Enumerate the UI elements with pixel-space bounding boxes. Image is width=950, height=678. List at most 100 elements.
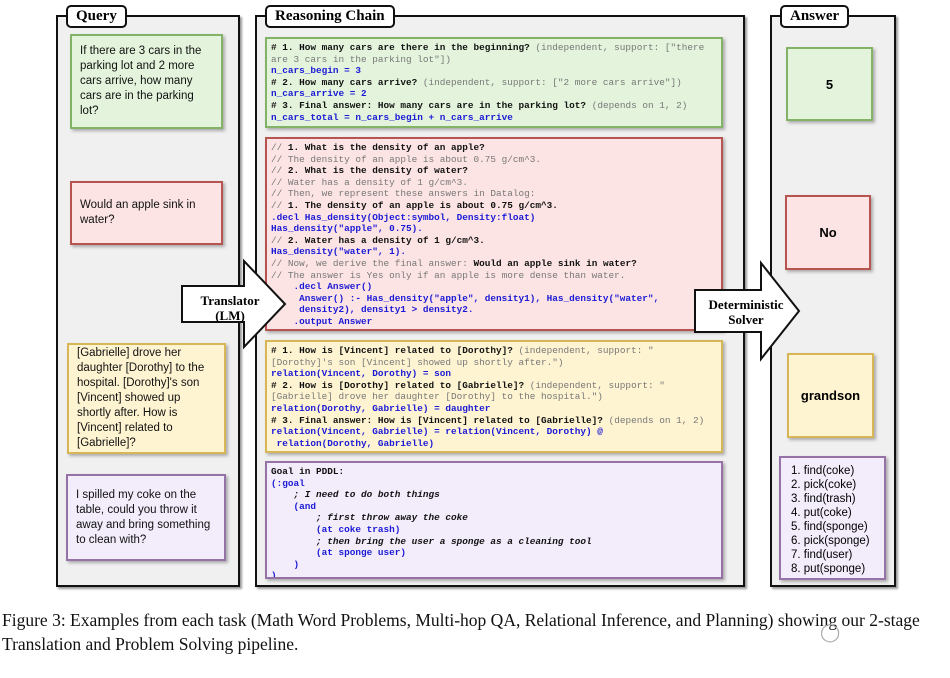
code-segment: Has_density("apple", 0.75). (271, 223, 423, 235)
code-segment: 2. What is the density of water? (287, 165, 468, 177)
code-line: ; I need to do both things (271, 489, 717, 501)
code-line: // The density of an apple is about 0.75… (271, 154, 717, 166)
code-segment: (and (271, 500, 317, 512)
query-title: Query (66, 5, 127, 28)
code-segment: (depends on 1, 2) (608, 414, 705, 426)
query-qa: Would an apple sink in water? (70, 181, 223, 245)
code-line: (:goal (271, 478, 717, 490)
figure-caption: Figure 3: Examples from each task (Math … (2, 610, 920, 654)
code-segment: // Then, we represent these answers in D… (271, 188, 536, 200)
plan-step: 2. pick(coke) (791, 479, 857, 491)
code-segment: (depends on 1, 2) (591, 99, 688, 111)
plan-step: 8. put(sponge) (791, 563, 866, 575)
answer-qa: No (785, 195, 871, 270)
code-line: # 2. How is [Dorothy] related to [Gabrie… (271, 380, 717, 392)
code-segment: // (271, 165, 288, 177)
code-segment: (:goal (271, 477, 305, 489)
translator-label: Translator (LM) (200, 293, 260, 323)
plan-step: 3. find(trash) (791, 493, 856, 505)
query-math: If there are 3 cars in the parking lot a… (70, 34, 223, 129)
code-segment: [Dorothy]'s son [Vincent] showed up shor… (271, 356, 564, 368)
chain-planning: Goal in PDDL: (:goal ; I need to do both … (265, 461, 723, 579)
code-line: // 2. Water has a density of 1 g/cm^3. (271, 235, 717, 247)
solver-label: Deterministic Solver (708, 297, 784, 327)
code-segment: (independent, support: " (529, 379, 665, 391)
query-planning: I spilled my coke on the table, could yo… (66, 474, 226, 561)
code-line: [Dorothy]'s son [Vincent] showed up shor… (271, 357, 717, 369)
plan-step: 1. find(coke) (791, 465, 855, 477)
code-line: Goal in PDDL: (271, 466, 717, 478)
code-line: // 1. The density of an apple is about 0… (271, 200, 717, 212)
code-line: [Gabrielle] drove her daughter [Dorothy]… (271, 391, 717, 403)
code-line: (at coke trash) (271, 524, 717, 536)
code-segment: // (271, 234, 288, 246)
code-segment: (independent, support: ["2 more cars arr… (422, 76, 682, 88)
code-line: are 3 cars in the parking lot"]) (271, 54, 717, 66)
code-segment: Goal in PDDL: (271, 466, 345, 477)
code-segment: [Gabrielle] drove her daughter [Dorothy]… (271, 391, 603, 403)
code-line: // The answer is Yes only if an apple is… (271, 270, 717, 282)
code-line: .decl Has_density(Object:symbol, Density… (271, 212, 717, 224)
code-line: // Water has a density of 1 g/cm^3. (271, 177, 717, 189)
code-line: // 1. What is the density of an apple? (271, 142, 717, 154)
code-segment: // The density of an apple is about 0.75… (271, 153, 542, 165)
code-segment: (at sponge user) (271, 547, 407, 559)
code-segment: ) (271, 558, 300, 570)
code-segment: relation(Vincent, Gabrielle) = relation(… (271, 426, 603, 438)
code-line: relation(Vincent, Gabrielle) = relation(… (271, 426, 717, 438)
code-line: density2), density1 > density2. (271, 304, 717, 316)
code-segment: # 1. How many cars are there in the begi… (271, 42, 536, 53)
code-segment: relation(Dorothy, Gabrielle) = daughter (271, 402, 491, 414)
code-segment: relation(Vincent, Dorothy) = son (271, 368, 452, 380)
watermark: ◯ (820, 622, 841, 642)
code-line: (at sponge user) (271, 547, 717, 559)
chain-relational: # 1. How is [Vincent] related to [Doroth… (265, 340, 723, 453)
code-segment: relation(Dorothy, Gabrielle) (271, 437, 435, 449)
code-line: // Then, we represent these answers in D… (271, 188, 717, 200)
code-line: relation(Dorothy, Gabrielle) (271, 438, 717, 450)
code-segment: n_cars_begin = 3 (271, 65, 362, 77)
code-line: # 3. Final answer: How many cars are in … (271, 100, 717, 112)
code-line: relation(Vincent, Dorothy) = son (271, 368, 717, 380)
answer-relational: grandson (787, 353, 874, 438)
plan-step: 6. pick(sponge) (791, 535, 870, 547)
code-line: # 3. Final answer: How is [Vincent] rela… (271, 415, 717, 427)
chain-qa: // 1. What is the density of an apple?//… (265, 137, 723, 331)
code-line: n_cars_arrive = 2 (271, 88, 717, 100)
code-line: ; first throw away the coke (271, 512, 717, 524)
code-line: n_cars_total = n_cars_begin + n_cars_arr… (271, 112, 717, 124)
code-segment: # 3. Final answer: How is [Vincent] rela… (271, 414, 609, 426)
code-segment: # 3. Final answer: How many cars are in … (271, 99, 592, 111)
code-segment: # 1. How is [Vincent] related to [Doroth… (271, 345, 519, 356)
code-line: // 2. What is the density of water? (271, 165, 717, 177)
code-line: ; then bring the user a sponge as a clea… (271, 536, 717, 548)
answer-math: 5 (786, 47, 873, 121)
code-segment: # 2. How is [Dorothy] related to [Gabrie… (271, 379, 530, 391)
code-line: # 2. How many cars arrive? (independent,… (271, 77, 717, 89)
code-segment: 2. Water has a density of 1 g/cm^3. (287, 234, 485, 246)
code-line: ) (271, 559, 717, 571)
code-line: ) (271, 570, 717, 577)
code-line: .output Answer (271, 316, 717, 328)
code-segment: n_cars_arrive = 2 (271, 88, 367, 100)
code-segment: n_cars_total = n_cars_begin + n_cars_arr… (271, 111, 513, 123)
code-line: Answer() :- Has_density("apple", density… (271, 293, 717, 305)
code-segment: (at coke trash) (271, 523, 401, 535)
chain-math: # 1. How many cars are there in the begi… (265, 37, 723, 128)
code-segment: .decl Has_density(Object:symbol, Density… (271, 211, 536, 223)
code-segment: // Water has a density of 1 g/cm^3. (271, 176, 468, 188)
code-line: .decl Answer() (271, 281, 717, 293)
code-line: relation(Dorothy, Gabrielle) = daughter (271, 403, 717, 415)
code-segment: // Now, we derive the final answer: (271, 257, 474, 269)
code-segment: 1. The density of an apple is about 0.75… (287, 199, 558, 211)
code-segment: ; then bring the user a sponge as a clea… (271, 535, 592, 547)
reasoning-title: Reasoning Chain (265, 5, 395, 28)
code-segment: Would an apple sink in water? (473, 257, 637, 269)
code-line: (and (271, 501, 717, 513)
code-segment: // (271, 142, 288, 153)
code-segment: Has_density("water", 1). (271, 246, 407, 258)
plan-step: 4. put(coke) (791, 507, 852, 519)
plan-step: 5. find(sponge) (791, 521, 868, 533)
code-segment: ; I need to do both things (271, 489, 440, 501)
answer-title: Answer (780, 5, 850, 28)
